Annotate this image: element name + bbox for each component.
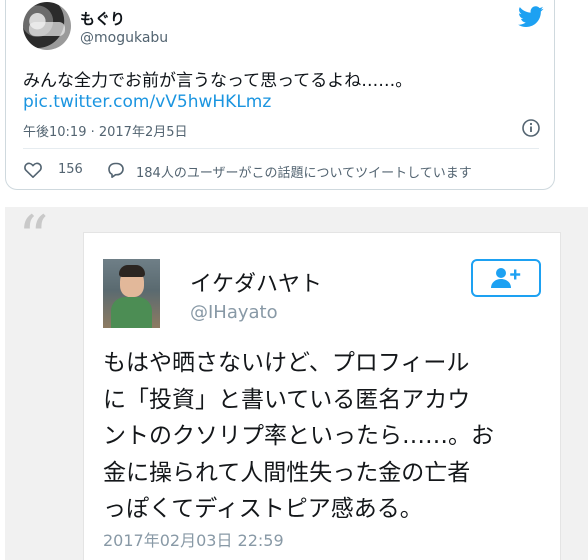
quoted-text-line: に「投資」と書いている匿名アカウ <box>103 386 471 413</box>
quoted-text-line: もはや晒さないけど、プロフィール <box>103 350 470 376</box>
tweet-timestamp[interactable]: 午後10:19 · 2017年2月5日 <box>23 121 188 140</box>
tweet-text: みんな全力でお前が言うなって思ってるよね……。 <box>23 71 413 91</box>
like-count[interactable]: 156 <box>58 162 83 177</box>
follow-button <box>471 259 541 297</box>
heart-icon[interactable] <box>23 160 43 180</box>
quote-mark-icon: “ <box>18 203 49 273</box>
info-icon[interactable] <box>521 118 541 138</box>
twitter-bird-icon[interactable] <box>518 6 544 28</box>
conversation-link[interactable]: 184人のユーザーがこの話題についてツイートしています <box>136 162 472 181</box>
author-avatar[interactable] <box>23 2 71 50</box>
quoted-tweet-date: 2017年02月03日 22:59 <box>103 531 284 550</box>
tweet-image-link[interactable]: pic.twitter.com/vV5hwHKLmz <box>23 92 271 112</box>
divider <box>23 148 539 149</box>
quoted-text-line: ントのクソリプ率といったら……。お <box>103 423 494 449</box>
author-handle[interactable]: @mogukabu <box>80 30 168 46</box>
quoted-author-avatar <box>103 259 160 328</box>
tweet-card: もぐり @mogukabu みんな全力でお前が言うなって思ってるよね……。 pi… <box>5 0 555 190</box>
quoted-text-line: っぽくてディストピア感ある。 <box>103 496 423 522</box>
quoted-text-line: 金に操られて人間性失った金の亡者 <box>103 459 471 486</box>
add-user-icon <box>491 268 521 288</box>
author-name[interactable]: もぐり <box>80 8 125 29</box>
quoted-tweet-text: もはや晒さないけど、プロフィール に「投資」と書いている匿名アカウ ントのクソリ… <box>103 345 543 528</box>
quoted-author-name: イケダハヤト <box>190 272 323 297</box>
reply-icon[interactable] <box>106 160 126 180</box>
quoted-author-handle: @IHayato <box>190 302 278 323</box>
